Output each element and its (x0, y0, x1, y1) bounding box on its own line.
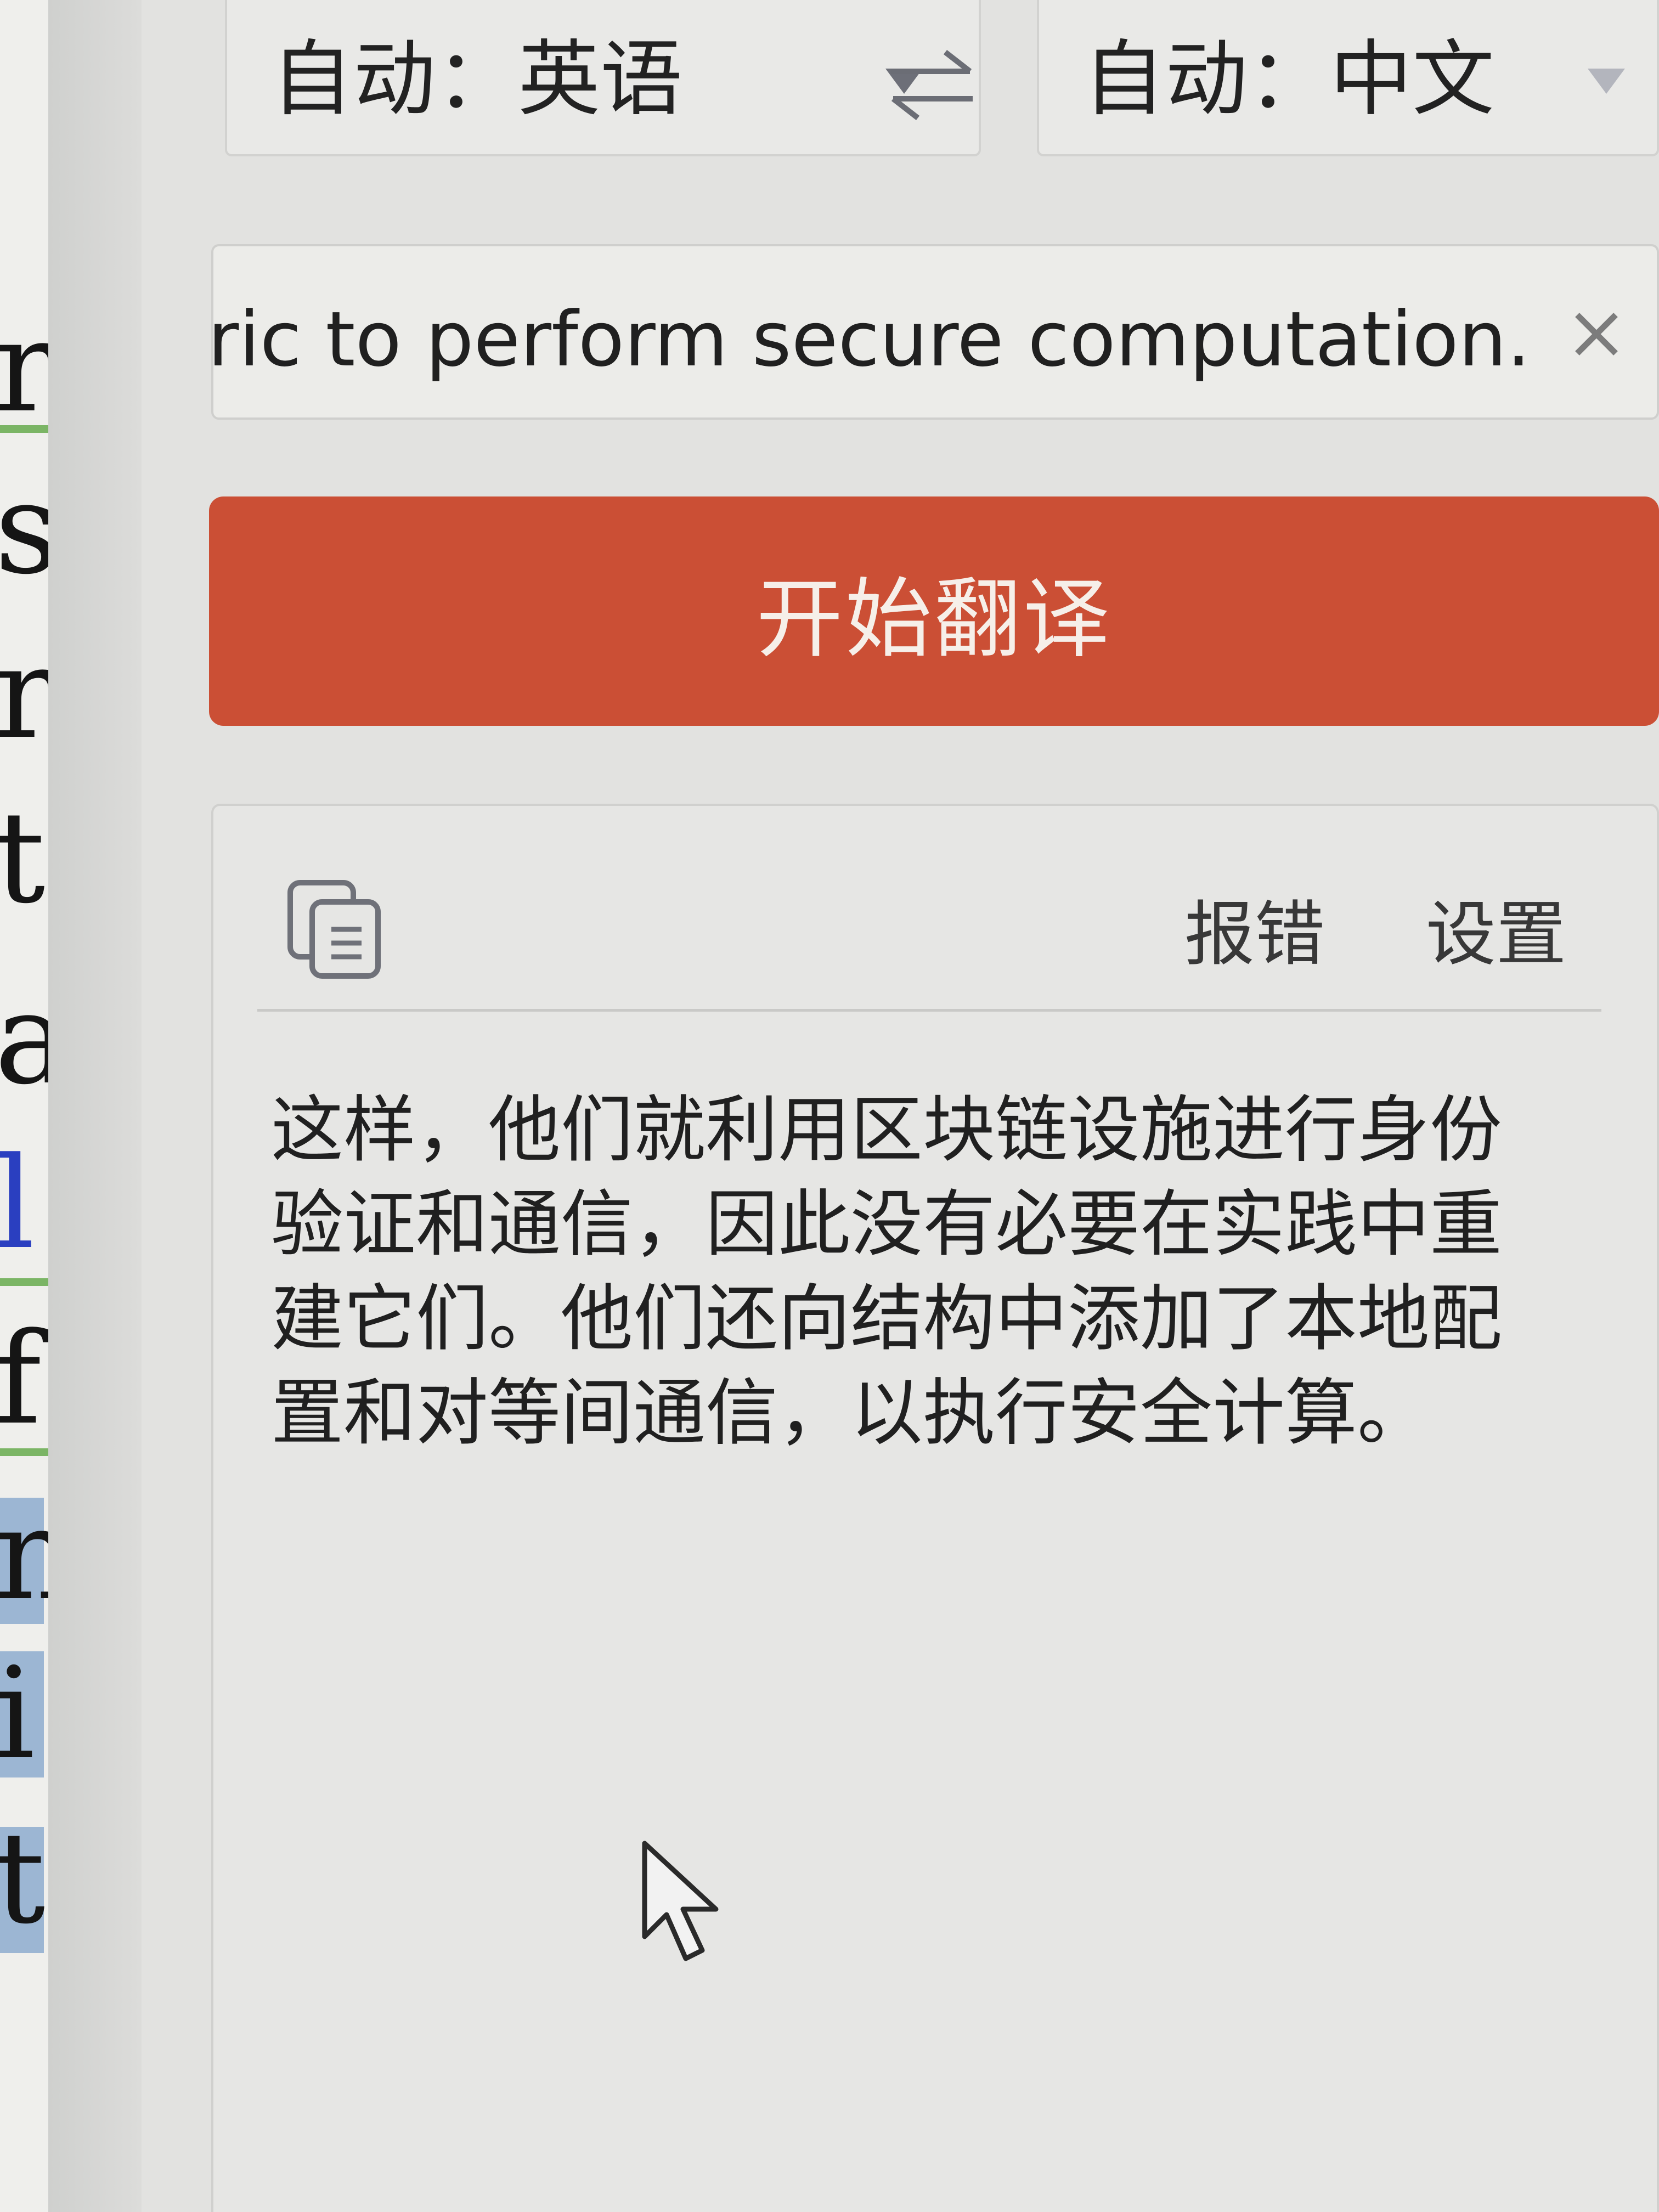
result-line: 验证和通信，因此没有必要在实践中重 (271, 1182, 1502, 1267)
document-text-fragment: i (0, 1641, 35, 1787)
target-language-label: 自动：中文 (1083, 32, 1495, 127)
copy-icon[interactable] (285, 877, 383, 981)
mouse-pointer-icon (642, 1841, 719, 1961)
document-background-strip: r s r t a l f n i t (0, 0, 49, 2212)
start-translate-button[interactable]: 开始翻译 (209, 496, 1659, 726)
panel-divider (48, 0, 142, 2212)
translation-result-text: 这样，他们就利用区块链设施进行身份 验证和通信，因此没有必要在实践中重 建它们。… (271, 1083, 1588, 1460)
document-text-fragment: r (0, 294, 49, 441)
document-text-fragment: s (0, 456, 49, 602)
result-line: 这样，他们就利用区块链设施进行身份 (271, 1088, 1502, 1172)
result-line: 建它们。他们还向结构中添加了本地配 (271, 1277, 1502, 1361)
document-text-fragment: n (0, 1482, 49, 1628)
source-language-label: 自动：英语 (271, 32, 683, 127)
translation-result-panel: 报错 设置 这样，他们就利用区块链设施进行身份 验证和通信，因此没有必要在实践中… (211, 804, 1659, 2212)
document-text-fragment: r (0, 620, 49, 767)
document-text-fragment: t (0, 1805, 46, 1952)
translation-panel: 自动：英语 自动：中文 ɔric to perform secure compu… (142, 0, 1659, 2212)
result-toolbar-separator (257, 1009, 1601, 1012)
result-line: 置和对等间通信，以执行安全计算。 (271, 1371, 1430, 1455)
document-text-fragment: t (0, 785, 46, 932)
document-text-fragment: a (0, 966, 49, 1113)
target-language-select[interactable]: 自动：中文 (1037, 0, 1659, 156)
document-underline (0, 425, 49, 433)
swap-arrows-icon[interactable] (882, 41, 981, 129)
document-underline (0, 1448, 49, 1456)
source-text-value: ɔric to perform secure computation. (211, 295, 1531, 383)
source-language-select[interactable]: 自动：英语 (225, 0, 981, 156)
source-text-input[interactable]: ɔric to perform secure computation. (211, 244, 1659, 420)
settings-link[interactable]: 设置 (1426, 894, 1566, 976)
close-icon[interactable] (1558, 296, 1635, 373)
chevron-down-icon (1588, 69, 1625, 94)
document-text-fragment: f (0, 1306, 42, 1453)
report-error-link[interactable]: 报错 (1184, 894, 1325, 976)
document-link-fragment: l (0, 1131, 35, 1277)
document-underline (0, 1278, 49, 1286)
